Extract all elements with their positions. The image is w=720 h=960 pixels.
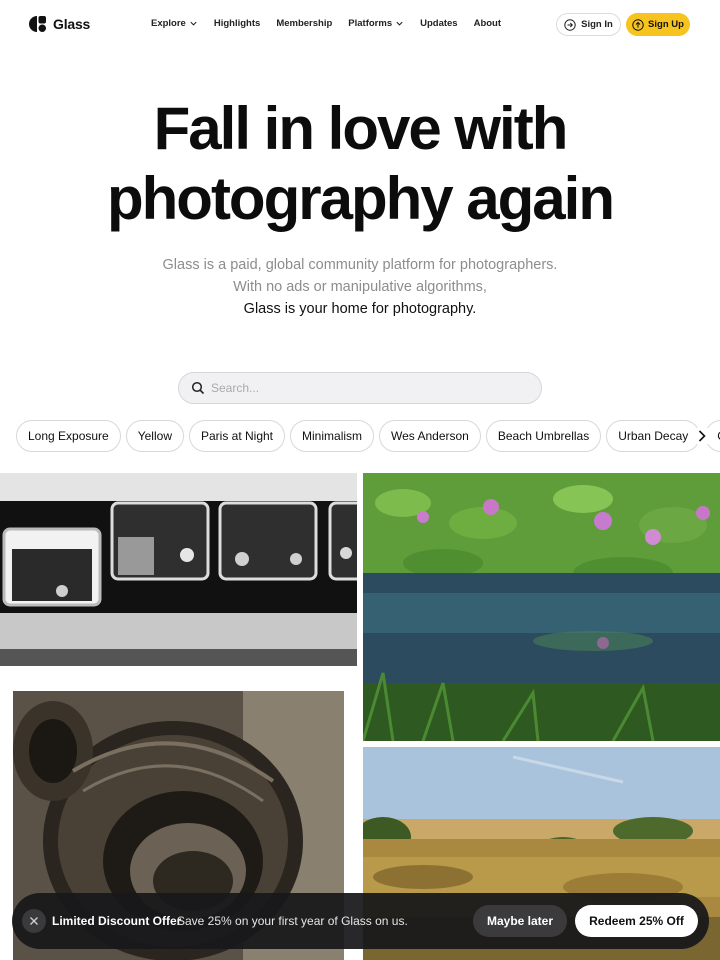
sign-up-button[interactable]: Sign Up (626, 13, 690, 36)
search-icon (191, 381, 205, 395)
discount-banner: Limited Discount Offer Save 25% on your … (12, 893, 709, 949)
hero-subtitle-emphasis: Glass is your home for photography. (243, 301, 477, 317)
sign-in-button[interactable]: Sign In (556, 13, 621, 36)
tag-chip[interactable]: Beach Umbrellas (485, 420, 602, 452)
tag-chip[interactable]: Paris at Night (188, 420, 286, 452)
nav-about[interactable]: About (474, 18, 501, 29)
search-input[interactable] (211, 381, 511, 395)
arrow-up-circle-icon (632, 18, 644, 31)
hyacinth-photo-image (363, 473, 720, 741)
hero-title-line: Fall in love with (153, 95, 569, 162)
close-icon (30, 917, 38, 925)
arrow-right-circle-icon (564, 18, 576, 31)
nav-highlights-label: Highlights (213, 18, 261, 29)
glass-logo-icon (29, 16, 46, 32)
tag-list: Long Exposure Yellow Paris at Night Mini… (16, 420, 720, 453)
photo-train[interactable] (0, 473, 357, 666)
tag-chip[interactable]: Yellow (125, 420, 184, 452)
nav-about-label: About (473, 18, 502, 29)
hero-title-line: photography again (107, 165, 615, 232)
chevron-right-icon[interactable] (694, 428, 710, 444)
tag-chip[interactable]: Long Exposure (16, 420, 121, 452)
hero-subtitle-line: With no ads or manipulative algorithms, (233, 279, 487, 295)
nav-membership-label: Membership (276, 18, 333, 29)
tag-chip[interactable]: Wes Anderson (379, 420, 481, 452)
hero-title: Fall in love with photography again (0, 94, 720, 234)
offer-text: Save 25% on your first year of Glass on … (177, 914, 408, 928)
nav-explore-label: Explore (151, 18, 186, 29)
hero-subtitle-line: Glass is a paid, global community platfo… (162, 257, 558, 273)
logo[interactable]: Glass (29, 15, 90, 33)
nav-platforms[interactable]: Platforms (348, 18, 404, 29)
nav-updates-label: Updates (420, 18, 458, 29)
maybe-later-button[interactable]: Maybe later (473, 905, 567, 937)
nav-membership[interactable]: Membership (276, 18, 332, 29)
tag-chip[interactable]: Minimalism (290, 420, 375, 452)
sign-in-label: Sign In (581, 19, 613, 30)
nav-platforms-label: Platforms (348, 18, 393, 29)
sign-up-label: Sign Up (648, 19, 684, 30)
train-photo-image (0, 473, 357, 666)
search-bar[interactable] (178, 372, 542, 404)
nav-highlights[interactable]: Highlights (214, 18, 260, 29)
main-nav: Explore Highlights Membership Platforms … (151, 18, 501, 29)
logo-text: Glass (53, 16, 91, 32)
photo-hyacinth[interactable] (363, 473, 720, 741)
nav-explore[interactable]: Explore (151, 18, 198, 29)
hero-subtitle: Glass is a paid, global community platfo… (0, 254, 720, 320)
site-header: Glass Explore Highlights Membership Plat… (0, 0, 720, 50)
redeem-button[interactable]: Redeem 25% Off (575, 905, 698, 937)
chevron-down-icon (396, 21, 403, 26)
offer-title: Limited Discount Offer (52, 914, 182, 928)
tag-chip[interactable]: Urban Decay (606, 420, 701, 452)
nav-updates[interactable]: Updates (420, 18, 457, 29)
chevron-down-icon (190, 21, 197, 26)
close-banner-button[interactable] (22, 909, 46, 933)
